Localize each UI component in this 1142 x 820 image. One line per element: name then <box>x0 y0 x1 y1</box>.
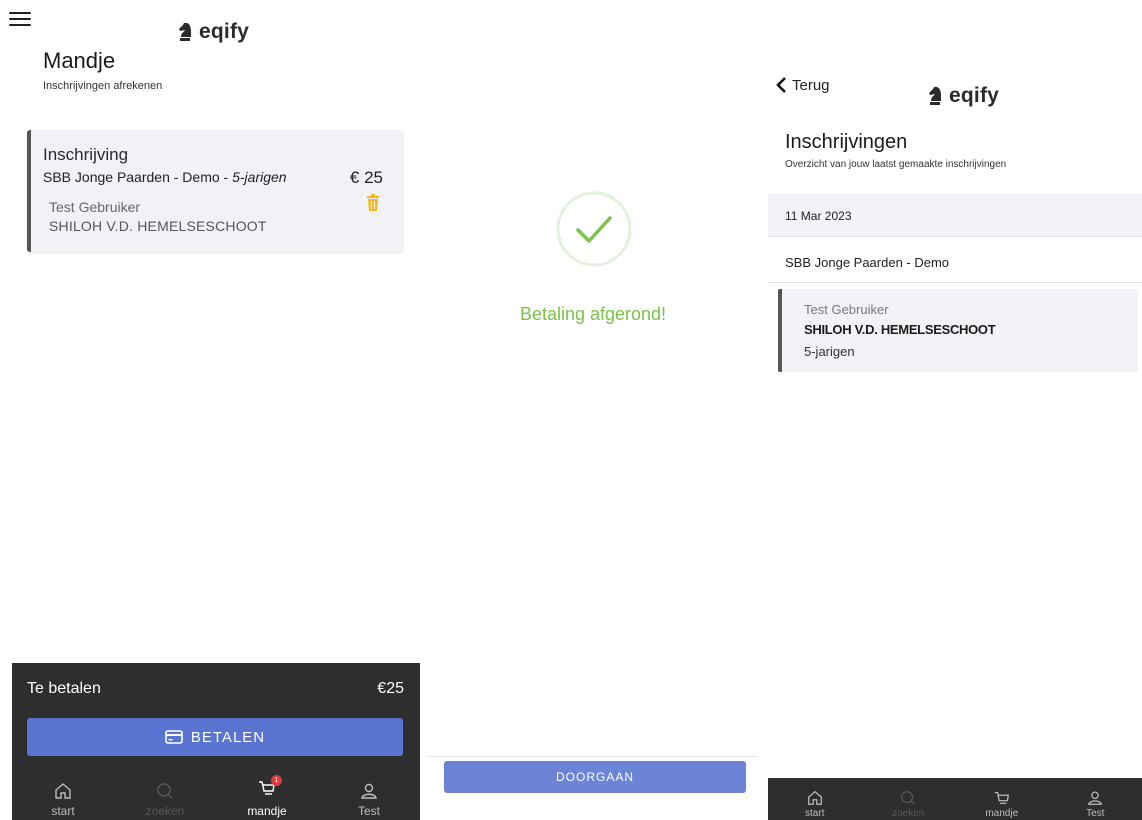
nav-item-test[interactable]: Test <box>1049 778 1142 820</box>
user-icon <box>361 783 377 799</box>
pay-button[interactable]: BETALEN <box>27 718 403 756</box>
continue-button[interactable]: DOORGAAN <box>444 761 746 793</box>
nav-item-zoeken[interactable]: zoeken <box>114 762 216 820</box>
nav-item-test[interactable]: Test <box>318 762 420 820</box>
page-subtitle: Overzicht van jouw laatst gemaakte insch… <box>785 159 1007 170</box>
eqify-logo: eqify <box>176 20 249 44</box>
payment-success-screen: Betaling afgerond! DOORGAAN <box>428 0 758 820</box>
cart-item-user: Test Gebruiker <box>49 199 141 215</box>
checkmark-icon <box>556 191 632 267</box>
nav-label: start <box>805 808 825 819</box>
search-icon <box>157 783 173 799</box>
nav-label: zoeken <box>892 808 925 819</box>
divider <box>428 756 758 757</box>
page-title: Mandje <box>43 48 116 73</box>
entry-date: 11 Mar 2023 <box>785 209 852 223</box>
total-amount: €25 <box>377 680 404 697</box>
cart-item-card: Inschrijving SBB Jonge Paarden - Demo - … <box>27 130 403 252</box>
success-message: Betaling afgerond! <box>519 304 667 324</box>
page-subtitle: Inschrijvingen afrekenen <box>43 80 163 92</box>
home-icon <box>807 790 822 805</box>
event-name: SBB Jonge Paarden - Demo <box>785 255 950 270</box>
nav-item-start[interactable]: start <box>12 762 114 820</box>
cart-item-event: SBB Jonge Paarden - Demo - 5-jarigen <box>43 169 287 185</box>
home-icon <box>55 783 71 799</box>
event-category: 5-jarigen <box>232 169 287 185</box>
cart-item-horse: SHILOH V.D. HEMELSESCHOOT <box>49 218 267 234</box>
pay-button-label: BETALEN <box>190 728 266 746</box>
entry-horse: SHILOH V.D. HEMELSESCHOOT <box>804 322 996 337</box>
trash-icon[interactable] <box>366 194 380 211</box>
event-row[interactable]: SBB Jonge Paarden - Demo <box>768 237 1142 283</box>
entry-card[interactable]: Test Gebruiker SHILOH V.D. HEMELSESCHOOT… <box>778 289 1138 372</box>
search-icon <box>901 791 915 805</box>
entry-user: Test Gebruiker <box>804 302 889 317</box>
cart-icon-wrapper: 1 <box>257 775 282 804</box>
user-icon <box>1088 791 1103 805</box>
nav-label: mandje <box>985 808 1019 819</box>
nav-item-zoeken[interactable]: zoeken <box>862 778 956 820</box>
page-title: Inschrijvingen <box>785 131 908 153</box>
back-label: Terug <box>792 76 830 94</box>
cart-screen: eqify Mandje Inschrijvingen afrekenen In… <box>0 0 420 820</box>
credit-card-icon <box>165 730 183 744</box>
payment-footer: Te betalen €25 BETALEN start zoeken 1 ma… <box>12 663 420 820</box>
eqify-logo: eqify <box>926 84 999 108</box>
horse-logo-icon <box>179 23 191 41</box>
entry-category: 5-jarigen <box>804 344 855 359</box>
entries-screen: Terug eqify Inschrijvingen Overzicht van… <box>768 0 1142 820</box>
brand-name: eqify <box>199 20 250 43</box>
nav-label: Test <box>357 804 380 818</box>
cart-item-price: € 25 <box>349 168 383 187</box>
cart-icon <box>994 791 1009 805</box>
event-name: SBB Jonge Paarden - Demo - <box>43 169 233 185</box>
nav-label: mandje <box>247 804 287 818</box>
brand-name: eqify <box>949 84 1000 107</box>
menu-icon[interactable] <box>9 12 31 26</box>
bottom-nav: start zoeken mandje Test <box>768 778 1142 820</box>
back-button[interactable]: Terug <box>776 76 830 94</box>
total-label: Te betalen <box>27 680 101 697</box>
cart-badge: 1 <box>271 775 282 786</box>
nav-item-mandje[interactable]: mandje <box>955 778 1049 820</box>
horse-logo-icon <box>929 87 941 105</box>
chevron-left-icon <box>776 77 786 93</box>
cart-item-heading: Inschrijving <box>43 145 129 164</box>
nav-label: start <box>51 804 75 818</box>
date-header: 11 Mar 2023 <box>768 194 1142 237</box>
nav-item-start[interactable]: start <box>768 778 862 820</box>
nav-label: Test <box>1086 808 1105 819</box>
bottom-nav: start zoeken 1 mandje Test <box>12 762 420 820</box>
nav-item-mandje[interactable]: 1 mandje <box>216 762 318 820</box>
nav-label: zoeken <box>145 804 185 818</box>
